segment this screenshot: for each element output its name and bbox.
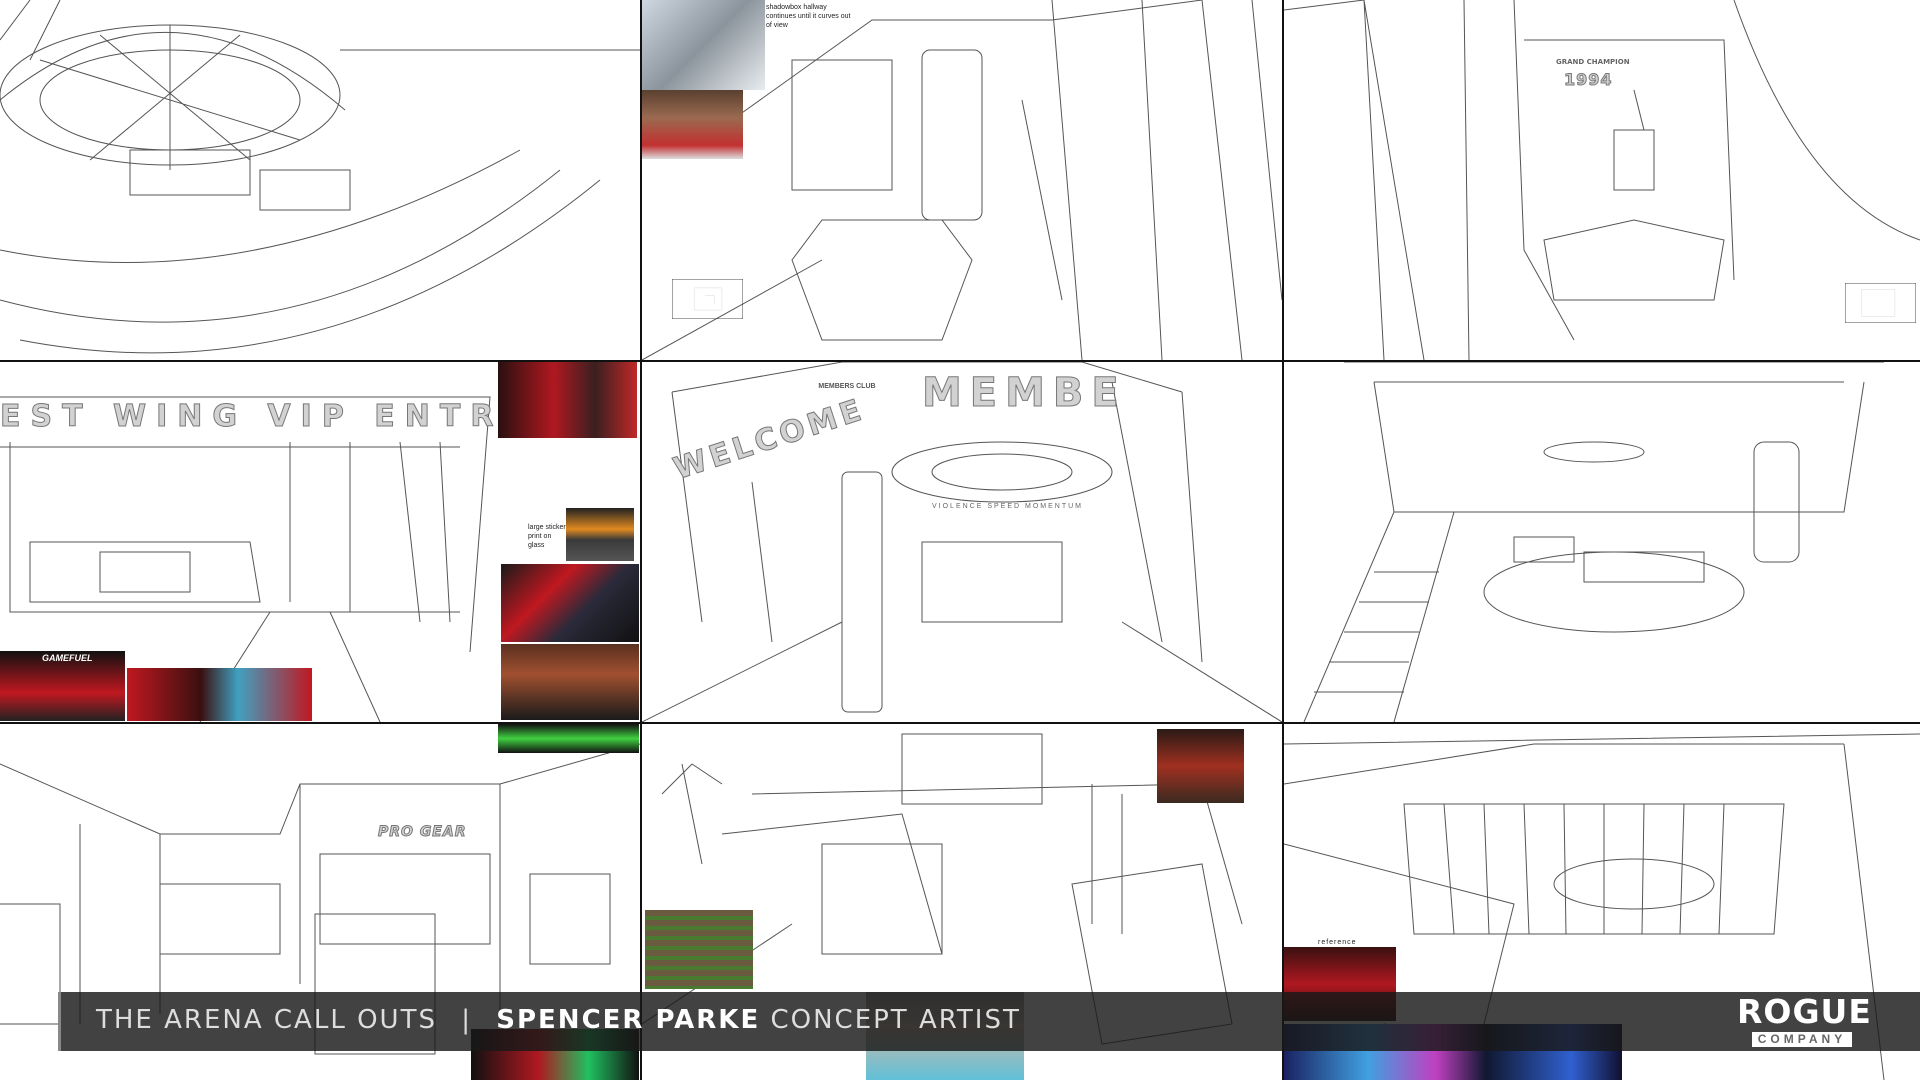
gamefuel-label: GAMEFUEL bbox=[42, 653, 93, 663]
lobby-sketch bbox=[1303, 362, 1884, 722]
credits-banner: THE ARENA CALL OUTS | SPENCER PARKE CONC… bbox=[58, 992, 1920, 1051]
reference-photo-concourse bbox=[642, 90, 743, 159]
panel-grand-stair-lobby bbox=[1284, 362, 1920, 722]
hallway-note: shadowbox hallway continues until it cur… bbox=[766, 4, 851, 29]
banner-title: THE ARENA CALL OUTS bbox=[96, 1005, 437, 1035]
floorplan-inset bbox=[672, 279, 743, 319]
rogue-company-logo: ROGUE COMPANY bbox=[1737, 992, 1872, 1048]
reference-photo-gamefuel: GAMEFUEL bbox=[0, 651, 125, 721]
logo-sub: COMPANY bbox=[1751, 1032, 1853, 1047]
reference-photo-green-lights bbox=[498, 724, 639, 753]
panel-arena-exterior bbox=[0, 0, 640, 360]
reference-photo-green-wall bbox=[645, 910, 753, 989]
reference-photo-brick-bar bbox=[501, 644, 639, 720]
sticker-note: large sticker print on glass bbox=[528, 524, 566, 549]
panel-vip-entrance: EST WING VIP ENTRANCE large sticker prin… bbox=[0, 362, 640, 722]
reference-photo-red-counter bbox=[127, 668, 312, 721]
grid-divider bbox=[640, 0, 642, 1080]
pro-gear-sign: PRO GEAR bbox=[378, 824, 467, 841]
banner-text: THE ARENA CALL OUTS | SPENCER PARKE CONC… bbox=[96, 1005, 1021, 1035]
members-club-sketch bbox=[642, 362, 1282, 722]
artist-role: CONCEPT ARTIST bbox=[770, 1005, 1021, 1035]
grand-champion-sign: GRAND CHAMPION bbox=[1556, 58, 1630, 66]
panel-shadowbox-hallway: shadowbox hallway continues until it cur… bbox=[642, 0, 1282, 360]
members-club-badge: MEMBERS CLUB bbox=[818, 383, 876, 390]
reference-label: reference bbox=[1318, 939, 1357, 946]
members-sign: MEMBE bbox=[922, 370, 1127, 417]
reference-photo-storefront bbox=[566, 508, 634, 561]
grid-divider bbox=[1282, 0, 1284, 1080]
banner-separator: | bbox=[461, 1005, 472, 1035]
grid-divider bbox=[0, 360, 1920, 362]
reference-photo-atrium bbox=[642, 0, 765, 90]
panel-members-club: WELCOME MEMBE MEMBERS CLUB VIOLENCE SPEE… bbox=[642, 362, 1282, 722]
reference-photo-red-lounge bbox=[498, 362, 637, 438]
floorplan-inset bbox=[1845, 283, 1916, 323]
grid-divider bbox=[0, 722, 1920, 724]
reference-photo-bar bbox=[1157, 729, 1244, 803]
champion-year-sign: 1994 bbox=[1564, 70, 1613, 90]
logo-main: ROGUE bbox=[1737, 992, 1872, 1031]
panel-champion-statue: GRAND CHAMPION 1994 bbox=[1284, 0, 1920, 360]
reference-photo-gaming-room bbox=[501, 564, 639, 642]
ring-text: VIOLENCE SPEED MOMENTUM bbox=[932, 503, 1084, 510]
artist-name: SPENCER PARKE bbox=[496, 1005, 761, 1035]
statue-hall-sketch bbox=[1284, 0, 1920, 360]
arena-dome-sketch bbox=[0, 0, 640, 354]
